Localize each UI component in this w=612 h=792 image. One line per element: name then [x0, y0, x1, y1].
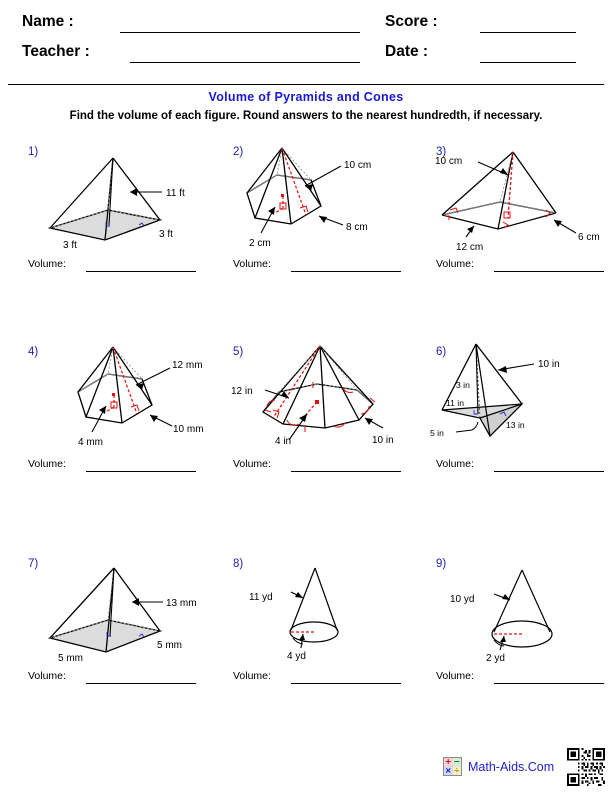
times-symbol: × — [444, 765, 453, 775]
worksheet-footer: + − × ÷ Math-Aids.Com — [0, 745, 612, 792]
label-5mm-right: 5 mm — [157, 640, 182, 651]
label-12in: 12 in — [231, 386, 253, 397]
label-10in: 10 in — [372, 435, 394, 446]
label-3in: 3 in — [456, 380, 470, 390]
figure-hexagonal-pyramid: 12 mm 10 mm 4 mm — [20, 340, 220, 452]
label-11yd: 11 yd — [249, 592, 273, 603]
header-divider — [8, 84, 604, 85]
header-row-name: Name : Score : — [0, 12, 612, 42]
problem-grid: 1) 11 ft 3 ft 3 ft Volume: 2) 10 cm 8 cm… — [0, 140, 612, 720]
label-10cm: 10 cm — [344, 160, 371, 171]
figure-cone: 11 yd 4 yd — [225, 552, 425, 664]
figure-octagonal-pyramid: 12 in 4 in 10 in — [225, 340, 425, 452]
volume-answer-line[interactable] — [291, 471, 401, 472]
page-title: Volume of Pyramids and Cones — [208, 90, 404, 104]
label-3ft-left: 3 ft — [63, 240, 77, 251]
label-10in: 10 in — [538, 359, 560, 370]
label-5in: 5 in — [430, 428, 444, 438]
label-4in: 4 in — [275, 436, 291, 447]
volume-label: Volume: — [436, 670, 474, 682]
volume-label: Volume: — [436, 458, 474, 470]
label-3ft-right: 3 ft — [159, 229, 173, 240]
label-12cm: 12 cm — [456, 242, 483, 252]
label-2cm: 2 cm — [249, 238, 271, 249]
label-2yd: 2 yd — [486, 653, 505, 664]
answer-row: Volume: — [436, 458, 612, 476]
figure-square-pyramid: 13 mm 5 mm 5 mm — [20, 552, 220, 664]
date-input-line[interactable] — [480, 62, 576, 63]
calculator-icon: + − × ÷ — [443, 757, 462, 776]
label-11ft: 11 ft — [166, 188, 185, 199]
figure-quadrilateral-pyramid: 10 in 3 in 11 in 13 in 5 in — [428, 340, 612, 452]
answer-row: Volume: — [233, 258, 425, 276]
label-4yd: 4 yd — [287, 651, 306, 662]
teacher-input-line[interactable] — [130, 62, 360, 63]
volume-label: Volume: — [436, 258, 474, 270]
label-10yd: 10 yd — [450, 594, 474, 605]
qr-code-icon — [567, 748, 605, 786]
date-label: Date : — [385, 43, 429, 60]
label-10cm: 10 cm — [435, 156, 462, 167]
volume-label: Volume: — [28, 458, 66, 470]
answer-row: Volume: — [28, 258, 220, 276]
answer-row: Volume: — [436, 258, 612, 276]
volume-label: Volume: — [28, 670, 66, 682]
instructions-text: Find the volume of each figure. Round an… — [69, 110, 543, 122]
label-11in: 11 in — [446, 398, 464, 408]
volume-answer-line[interactable] — [494, 683, 604, 684]
volume-label: Volume: — [233, 670, 271, 682]
volume-label: Volume: — [233, 258, 271, 270]
label-8cm: 8 cm — [346, 222, 368, 233]
figure-hexagonal-pyramid: 10 cm 8 cm 2 cm — [225, 140, 425, 252]
label-12mm: 12 mm — [172, 360, 203, 371]
answer-row: Volume: — [233, 670, 425, 688]
figure-cone: 10 yd 2 yd — [428, 552, 612, 664]
volume-answer-line[interactable] — [291, 683, 401, 684]
name-input-line[interactable] — [120, 32, 360, 33]
score-label: Score : — [385, 13, 438, 30]
answer-row: Volume: — [28, 458, 220, 476]
brand-link[interactable]: + − × ÷ Math-Aids.Com — [443, 757, 554, 776]
header-row-teacher: Teacher : Date : — [0, 42, 612, 72]
figure-rectangular-pyramid: 10 cm 12 cm 6 cm — [428, 140, 612, 252]
volume-answer-line[interactable] — [291, 271, 401, 272]
brand-text: Math-Aids.Com — [468, 759, 555, 774]
figure-square-pyramid: 11 ft 3 ft 3 ft — [20, 140, 220, 252]
volume-label: Volume: — [28, 258, 66, 270]
label-6cm: 6 cm — [578, 232, 600, 243]
volume-answer-line[interactable] — [494, 471, 604, 472]
score-input-line[interactable] — [480, 32, 576, 33]
label-4mm: 4 mm — [78, 437, 103, 448]
volume-answer-line[interactable] — [86, 271, 196, 272]
teacher-label: Teacher : — [22, 43, 90, 60]
divide-symbol: ÷ — [452, 765, 461, 775]
worksheet-header: Name : Score : Teacher : Date : — [0, 0, 612, 80]
answer-row: Volume: — [233, 458, 425, 476]
volume-answer-line[interactable] — [494, 271, 604, 272]
answer-row: Volume: — [28, 670, 220, 688]
label-13in: 13 in — [506, 420, 525, 430]
volume-label: Volume: — [233, 458, 271, 470]
answer-row: Volume: — [436, 670, 612, 688]
label-5mm-left: 5 mm — [58, 653, 83, 664]
volume-answer-line[interactable] — [86, 471, 196, 472]
volume-answer-line[interactable] — [86, 683, 196, 684]
name-label: Name : — [22, 13, 74, 30]
label-10mm: 10 mm — [173, 424, 204, 435]
label-13mm: 13 mm — [166, 598, 197, 609]
